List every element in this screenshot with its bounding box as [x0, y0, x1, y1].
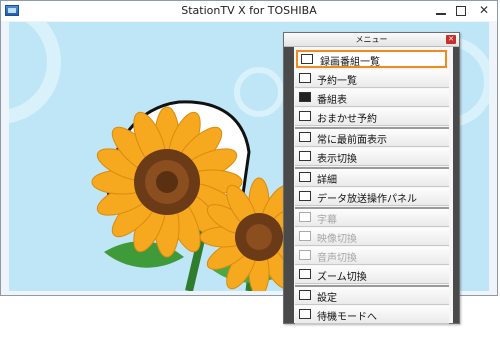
menu-close-button[interactable]: ✕	[446, 35, 456, 44]
menu-title: メニュー	[355, 35, 388, 44]
minimize-button[interactable]	[431, 3, 451, 19]
recorded-list-icon	[301, 54, 313, 64]
window-title: StationTV X for TOSHIBA	[181, 4, 317, 17]
menu-right-strip	[453, 47, 459, 323]
settings-icon	[299, 290, 311, 300]
menu-header[interactable]: メニュー ✕	[284, 33, 459, 47]
menu-item-always-on-top[interactable]: 常に最前面表示	[295, 129, 449, 147]
menu-item-audio-switch: 音声切換	[295, 247, 449, 265]
reservation-list-icon	[299, 73, 311, 83]
menu-item-data-broadcast-panel[interactable]: データ放送操作パネル	[295, 188, 449, 206]
menu-item-display-switch[interactable]: 表示切換	[295, 148, 449, 166]
menu-item-zoom-switch[interactable]: ズーム切換	[295, 266, 449, 284]
audio-switch-icon	[299, 250, 311, 260]
menu-item-standby[interactable]: 待機モードへ	[295, 306, 449, 324]
video-switch-icon	[299, 231, 311, 241]
close-button[interactable]: ✕	[473, 2, 495, 19]
maximize-button[interactable]	[451, 3, 471, 19]
always-on-top-icon	[299, 132, 311, 142]
menu-item-reservation-list[interactable]: 予約一覧	[295, 70, 449, 88]
menu-item-video-switch: 映像切換	[295, 228, 449, 246]
info-icon	[299, 172, 311, 182]
menu-item-details[interactable]: 詳細	[295, 169, 449, 187]
subtitle-icon	[299, 212, 311, 222]
menu-panel: メニュー ✕ 録画番組一覧 予約一覧 番組表 おまかせ予約 常に最前面表示 表示…	[283, 32, 460, 324]
data-broadcast-panel-icon	[299, 191, 311, 201]
standby-icon	[299, 309, 311, 319]
menu-item-program-guide[interactable]: 番組表	[295, 89, 449, 107]
menu-item-settings[interactable]: 設定	[295, 287, 449, 305]
menu-item-auto-reservation[interactable]: おまかせ予約	[295, 108, 449, 126]
auto-reservation-icon	[299, 111, 311, 121]
zoom-switch-icon	[299, 269, 311, 279]
program-guide-icon	[299, 92, 311, 102]
menu-left-strip	[284, 47, 294, 323]
menu-item-recorded-list[interactable]: 録画番組一覧	[296, 50, 447, 68]
display-switch-icon	[299, 151, 311, 161]
title-bar[interactable]: StationTV X for TOSHIBA ✕	[1, 1, 497, 21]
menu-item-subtitle: 字幕	[295, 209, 449, 227]
